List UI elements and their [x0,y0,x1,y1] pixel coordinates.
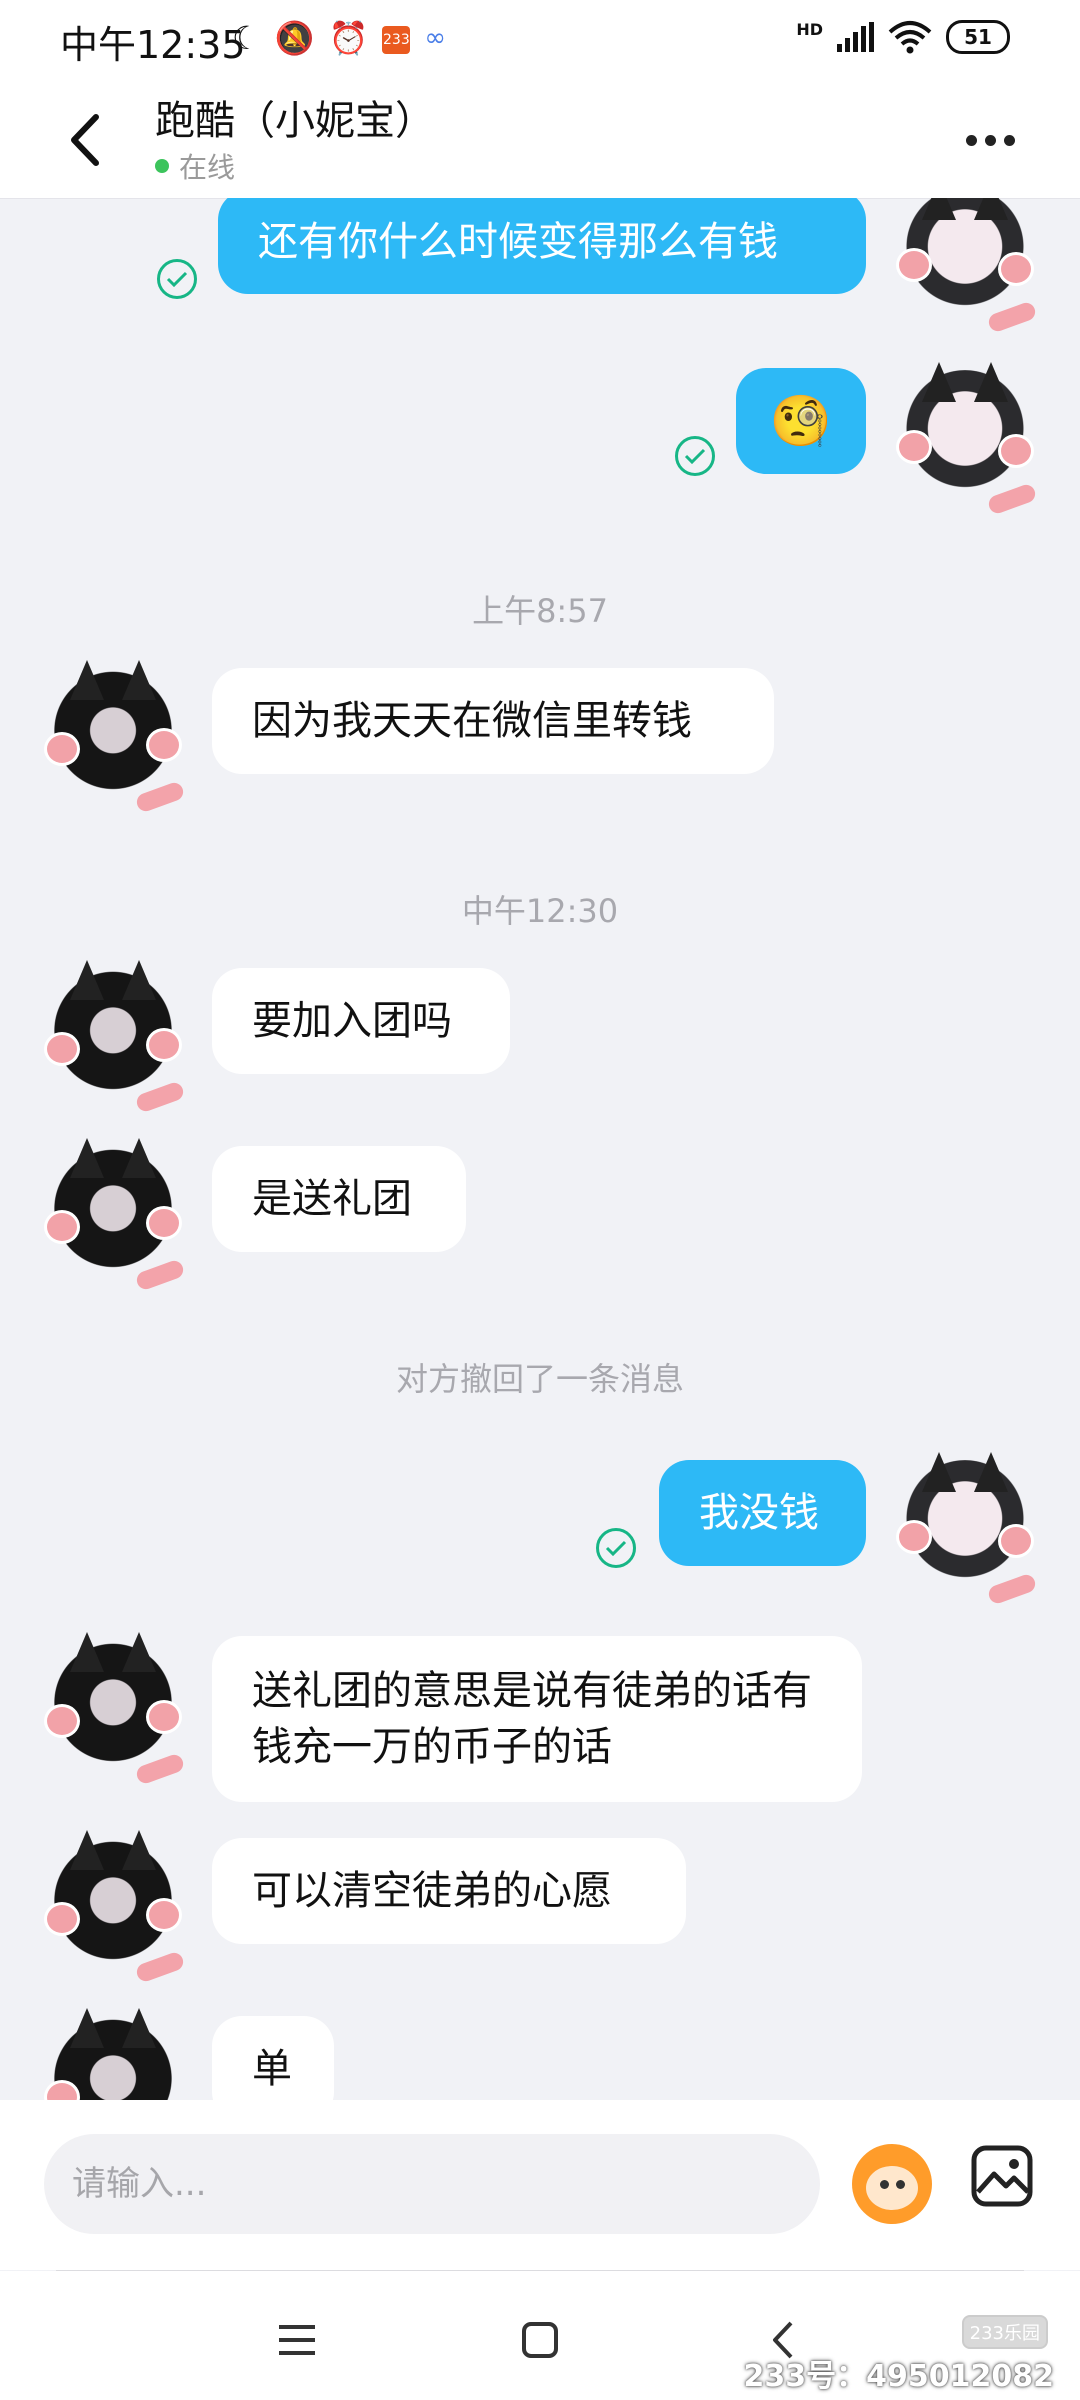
my-avatar[interactable] [896,1452,1038,1606]
read-check-icon [157,259,197,299]
chat-title: 跑酷（小妮宝） [155,98,435,144]
more-icon [965,134,1015,146]
message-bubble-sent[interactable]: 还有你什么时候变得那么有钱 [218,198,866,294]
watermark-logo: 233乐园 [961,2315,1048,2349]
image-button[interactable] [970,2144,1034,2208]
message-bubble-sent[interactable]: 我没钱 [659,1460,866,1566]
network-label: HD [796,20,823,39]
menu-icon [279,2325,315,2355]
watermark-id: 233号：495012082 [743,2359,1055,2394]
online-label: 在线 [179,151,236,184]
chat-header: 跑酷（小妮宝） 在线 [0,80,1080,199]
my-avatar[interactable] [896,362,1038,516]
contact-avatar[interactable] [44,1830,186,1984]
home-icon [522,2322,558,2358]
back-icon [71,114,99,166]
wifi-icon [888,21,932,54]
input-bar [0,2100,1080,2270]
contact-avatar[interactable] [44,660,186,814]
back-button[interactable] [50,105,120,175]
status-time: 中午12:35 [60,23,246,67]
cloud-app-icon: ∞ [424,23,447,53]
alarm-icon: ⏰ [328,19,369,57]
message-bubble-received[interactable]: 要加入团吗 [212,968,510,1074]
contact-avatar[interactable] [44,1138,186,1292]
system-nav-bar: 233乐园 233号：495012082 [0,2271,1080,2400]
image-icon [971,2145,1033,2207]
message-timestamp: 中午12:30 [461,892,619,930]
moon-icon: ☾ [232,19,261,57]
emoji-button[interactable] [852,2144,932,2224]
my-avatar[interactable] [896,198,1038,334]
message-bubble-sent[interactable]: 🧐 [736,368,866,474]
menu-button[interactable] [272,2315,322,2365]
contact-avatar[interactable] [44,2008,178,2100]
status-icons-left: ☾ 🔕 ⏰ 233 ∞ [232,18,446,58]
online-status: 在线 [155,146,235,186]
chat-messages[interactable]: 还有你什么时候变得那么有钱 🧐 上午8:57 因为我天天在微信里转钱 中午12:… [0,198,1080,2100]
contact-avatar[interactable] [44,1632,186,1786]
battery-icon: 51 [946,20,1010,54]
recall-notice: 对方撤回了一条消息 [395,1360,684,1398]
contact-avatar[interactable] [44,960,186,1114]
status-bar: 中午12:35 ☾ 🔕 ⏰ 233 ∞ HD 51 [0,0,1080,80]
home-button[interactable] [515,2315,565,2365]
message-bubble-received[interactable]: 可以清空徒弟的心愿 [212,1838,686,1944]
message-timestamp: 上午8:57 [472,592,608,630]
app-badge-icon: 233 [382,26,411,54]
mute-bell-icon: 🔕 [274,19,315,57]
online-dot-icon [155,159,169,173]
more-button[interactable] [950,120,1030,160]
status-icons-right: HD 51 [796,20,1010,54]
message-bubble-received[interactable]: 单 [212,2016,334,2100]
read-check-icon [675,436,715,476]
signal-icon [837,22,874,52]
message-input[interactable] [44,2134,820,2234]
message-bubble-received[interactable]: 是送礼团 [212,1146,466,1252]
message-bubble-received[interactable]: 送礼团的意思是说有徒弟的话有钱充一万的币子的话 [212,1636,862,1802]
read-check-icon [596,1528,636,1568]
message-bubble-received[interactable]: 因为我天天在微信里转钱 [212,668,774,774]
